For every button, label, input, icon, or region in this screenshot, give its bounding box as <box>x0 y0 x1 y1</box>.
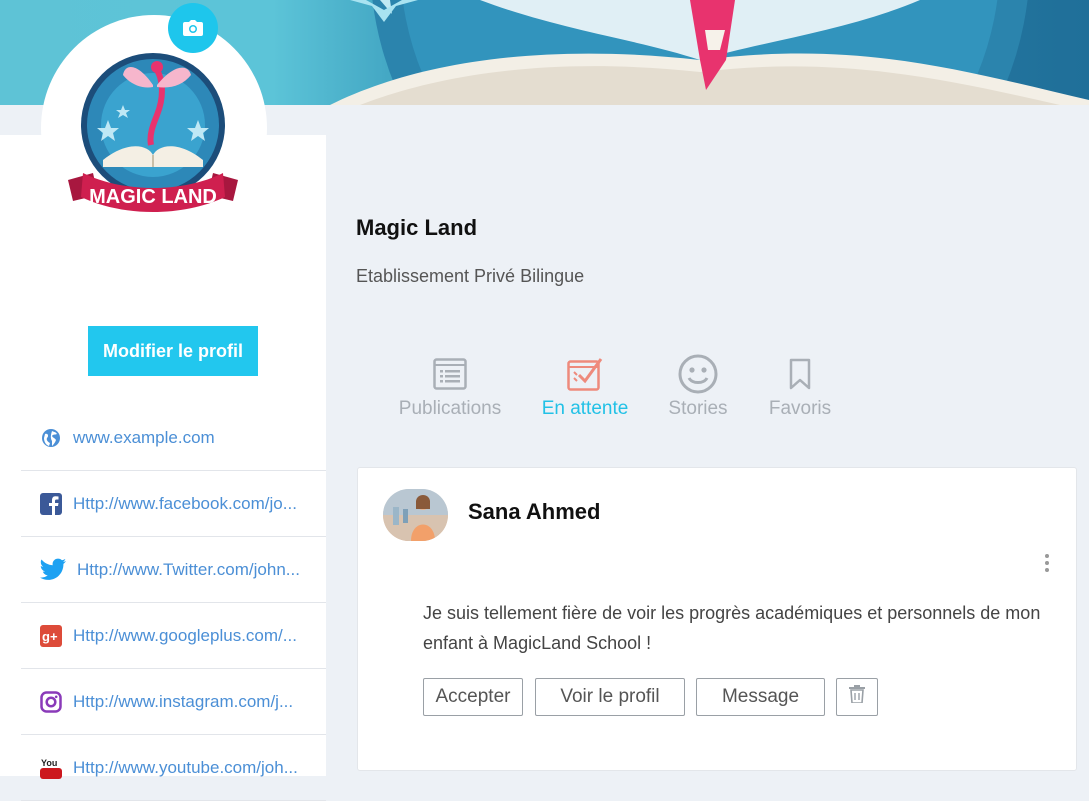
link-text: Http://www.instagram.com/j... <box>73 691 294 711</box>
twitter-icon <box>39 558 67 582</box>
edit-profile-button[interactable]: Modifier le profil <box>88 326 258 376</box>
post-message: Je suis tellement fière de voir les prog… <box>423 603 1041 653</box>
tab-favoris[interactable]: Favoris <box>760 350 840 420</box>
globe-icon <box>39 426 63 450</box>
logo-text: MAGIC LAND <box>89 186 217 208</box>
magic-land-logo: MAGIC LAND <box>68 53 238 212</box>
tab-stories[interactable]: Stories <box>658 350 738 420</box>
instagram-icon <box>39 690 63 714</box>
svg-text:g+: g+ <box>42 629 58 644</box>
facebook-icon <box>39 492 63 516</box>
smiley-icon <box>658 350 738 398</box>
link-googleplus[interactable]: g+ Http://www.googleplus.com/... <box>21 603 326 669</box>
user-avatar[interactable] <box>383 489 448 541</box>
profile-subtitle: Etablissement Privé Bilingue <box>356 266 585 286</box>
social-links-list: www.example.com Http://www.facebook.com/… <box>21 405 326 801</box>
view-profile-button[interactable]: Voir le profil <box>535 678 685 716</box>
message-button[interactable]: Message <box>696 678 825 716</box>
tab-label: Publications <box>398 398 502 419</box>
link-twitter[interactable]: Http://www.Twitter.com/john... <box>21 537 326 603</box>
link-text: Http://www.Twitter.com/john... <box>77 559 300 579</box>
link-website[interactable]: www.example.com <box>21 405 326 471</box>
tab-publications[interactable]: Publications <box>395 350 505 420</box>
link-text: Http://www.facebook.com/jo... <box>73 493 297 513</box>
more-options-icon[interactable] <box>1040 552 1054 578</box>
bookmark-icon <box>760 350 840 398</box>
list-icon <box>395 350 505 398</box>
link-facebook[interactable]: Http://www.facebook.com/jo... <box>21 471 326 537</box>
change-photo-button[interactable] <box>168 3 218 53</box>
svg-text:You: You <box>41 758 57 768</box>
trash-icon <box>849 685 865 704</box>
tab-label: En attente <box>541 398 629 419</box>
user-photo <box>383 489 448 541</box>
tab-label: Stories <box>668 398 728 419</box>
tab-label: Favoris <box>768 398 832 419</box>
pending-post-card: Sana Ahmed Je suis tellement fière de vo… <box>357 467 1077 771</box>
link-text: www.example.com <box>73 427 215 447</box>
accept-button[interactable]: Accepter <box>423 678 523 716</box>
link-text: Http://www.googleplus.com/... <box>73 625 297 645</box>
profile-avatar[interactable]: MAGIC LAND <box>41 15 267 241</box>
user-name[interactable]: Sana Ahmed <box>468 499 600 525</box>
checklist-icon <box>535 350 635 398</box>
tab-en-attente[interactable]: En attente <box>535 350 635 420</box>
link-instagram[interactable]: Http://www.instagram.com/j... <box>21 669 326 735</box>
link-text: Http://www.youtube.com/joh... <box>73 757 298 777</box>
delete-button[interactable] <box>836 678 878 716</box>
camera-icon <box>183 20 203 36</box>
googleplus-icon: g+ <box>39 624 63 648</box>
link-youtube[interactable]: You Http://www.youtube.com/joh... <box>21 735 326 801</box>
profile-name: Magic Land <box>356 215 478 240</box>
